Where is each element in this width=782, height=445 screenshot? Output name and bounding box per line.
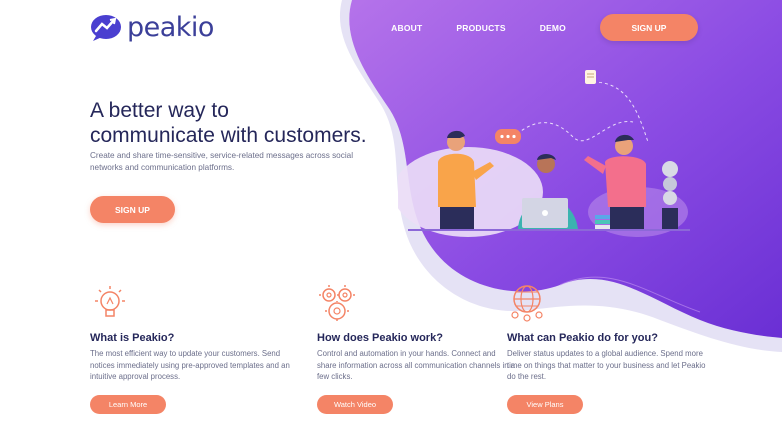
- peakio-logo-icon: [91, 14, 121, 41]
- brand-logo[interactable]: peakio: [90, 12, 214, 43]
- nav-link-about[interactable]: ABOUT: [391, 23, 422, 33]
- gears-icon: [319, 285, 355, 321]
- hero-signup-button[interactable]: SIGN UP: [90, 196, 175, 223]
- feature-title: How does Peakio work?: [317, 332, 443, 344]
- feature-title: What can Peakio do for you?: [507, 332, 658, 344]
- feature-how-works: How does Peakio work? Control and automa…: [317, 283, 517, 414]
- hero-title-line-1: A better way to: [90, 99, 229, 122]
- feature-what-can-do: What can Peakio do for you? Deliver stat…: [507, 283, 707, 414]
- globe-network-icon: [511, 285, 543, 322]
- lightbulb-icon: [95, 286, 125, 317]
- feature-description: The most efficient way to update your cu…: [90, 349, 290, 381]
- nav-link-demo[interactable]: DEMO: [540, 23, 566, 33]
- nav-link-products[interactable]: PRODUCTS: [456, 23, 505, 33]
- feature-what-is: What is Peakio? The most efficient way t…: [90, 283, 290, 414]
- nav-signup-button[interactable]: SIGN UP: [600, 14, 698, 41]
- feature-description: Deliver status updates to a global audie…: [507, 349, 706, 381]
- learn-more-button[interactable]: Learn More: [90, 395, 166, 414]
- feature-title: What is Peakio?: [90, 332, 175, 344]
- brand-name: peakio: [127, 12, 214, 43]
- team-communication-illustration: [398, 70, 690, 237]
- watch-video-button[interactable]: Watch Video: [317, 395, 393, 414]
- feature-description: Control and automation in your hands. Co…: [317, 349, 516, 381]
- hero-title-line-2: communicate with customers.: [90, 124, 367, 147]
- view-plans-button[interactable]: View Plans: [507, 395, 583, 414]
- main-nav: ABOUT PRODUCTS DEMO SIGN UP: [391, 14, 698, 41]
- hero-title: A better way to communicate with custome…: [90, 98, 410, 148]
- hero-subtitle: Create and share time-sensitive, service…: [90, 151, 354, 172]
